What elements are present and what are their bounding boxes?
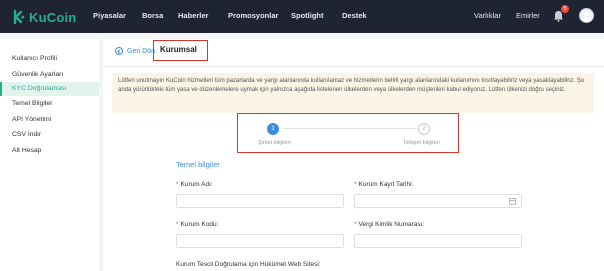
kucoin-logo[interactable]: KuCoin bbox=[10, 9, 76, 25]
kucoin-logo-icon bbox=[13, 9, 25, 25]
page-title: Kurumsal bbox=[153, 40, 208, 61]
sidebar-item-sub-account[interactable]: Alt Hesap bbox=[0, 144, 99, 158]
nav-spotlight[interactable]: Spotlight bbox=[291, 11, 324, 20]
tax-number-label: * Vergi Kimlik Numarası: bbox=[354, 221, 425, 228]
tax-number-input[interactable] bbox=[354, 234, 522, 248]
required-mark: * bbox=[176, 221, 179, 228]
notification-badge: 5 bbox=[561, 5, 569, 13]
sidebar-item-csv[interactable]: CSV İndir bbox=[0, 128, 99, 142]
sidebar-item-user-profile[interactable]: Kullanıcı Profili bbox=[0, 52, 99, 66]
institution-code-label: * Kurum Kodu: bbox=[176, 221, 219, 228]
top-navbar: KuCoin Piyasalar Borsa Haberler Promosyo… bbox=[0, 0, 604, 33]
nav-promotions[interactable]: Promosyonlar bbox=[228, 11, 278, 20]
back-label: Geri Dön bbox=[127, 47, 156, 55]
step-1-label: Şirket bilgileri bbox=[258, 140, 291, 146]
institution-name-label: * Kurum Adı: bbox=[176, 181, 213, 188]
brand-name: KuCoin bbox=[29, 9, 77, 25]
sidebar-item-basic-info[interactable]: Temel Bilgiler bbox=[0, 97, 99, 111]
progress-steps: 1 2 Şirket bilgileri İletişim bilgileri bbox=[237, 113, 459, 153]
section-title: Temel bilgiler bbox=[176, 160, 220, 169]
back-arrow-icon bbox=[115, 47, 123, 55]
avatar-head-shape bbox=[584, 11, 589, 16]
avatar[interactable] bbox=[579, 8, 594, 23]
institution-code-input[interactable] bbox=[176, 234, 344, 248]
back-button[interactable]: Geri Dön bbox=[115, 47, 155, 55]
institution-name-input[interactable] bbox=[176, 194, 344, 208]
nav-exchange[interactable]: Borsa bbox=[142, 11, 163, 20]
notice-banner: Lütfen unutmayın KuCoin hizmetleri tüm p… bbox=[112, 73, 594, 113]
sidebar-item-kyc[interactable]: KYC Doğrulaması bbox=[0, 82, 99, 96]
step-connector bbox=[283, 128, 415, 129]
required-mark: * bbox=[176, 181, 179, 188]
nav-assets[interactable]: Varlıklar bbox=[474, 11, 501, 20]
required-mark: * bbox=[354, 181, 357, 188]
avatar-body-shape bbox=[582, 17, 591, 22]
nav-markets[interactable]: Piyasalar bbox=[93, 11, 126, 20]
gov-website-label: Kurum Tescil Doğrulama için Hükümet Web … bbox=[176, 261, 321, 268]
header-divider bbox=[103, 66, 604, 67]
sidebar-item-api[interactable]: API Yönetimi bbox=[0, 113, 99, 127]
step-2-label: İletişim bilgileri bbox=[404, 140, 440, 146]
calendar-icon[interactable] bbox=[509, 198, 516, 205]
registration-date-label: * Kurum Kayıt Tarihi: bbox=[354, 181, 414, 188]
sidebar: Kullanıcı Profili Güvenlik Ayarları KYC … bbox=[0, 39, 99, 271]
nav-orders[interactable]: Emirler bbox=[516, 11, 540, 20]
nav-support[interactable]: Destek bbox=[342, 11, 367, 20]
step-1-circle: 1 bbox=[267, 123, 279, 135]
main-panel: Geri Dön Kurumsal Lütfen unutmayın KuCoi… bbox=[103, 39, 604, 271]
required-mark: * bbox=[354, 221, 357, 228]
sidebar-item-security[interactable]: Güvenlik Ayarları bbox=[0, 68, 99, 82]
nav-news[interactable]: Haberler bbox=[178, 11, 208, 20]
registration-date-input[interactable] bbox=[354, 194, 522, 208]
step-2-circle: 2 bbox=[418, 123, 430, 135]
